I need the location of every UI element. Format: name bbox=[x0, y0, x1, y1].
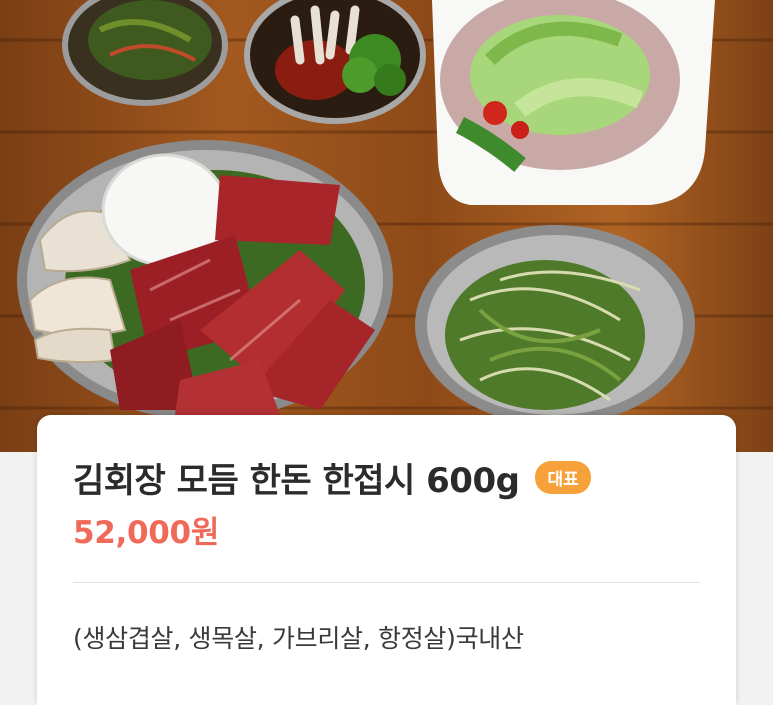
food-illustration bbox=[17, 0, 715, 425]
product-info-card: 김회장 모듬 한돈 한접시 600g 대표 52,000원 (생삼겹살, 생목살… bbox=[37, 415, 736, 705]
product-title: 김회장 모듬 한돈 한접시 600g bbox=[73, 461, 520, 501]
product-photo bbox=[0, 0, 773, 452]
product-description: (생삼겹살, 생목살, 가브리살, 항정살)국내산 bbox=[73, 624, 524, 653]
product-price: 52,000원 bbox=[73, 515, 220, 551]
divider bbox=[73, 582, 700, 583]
title-row: 김회장 모듬 한돈 한접시 600g 대표 bbox=[73, 453, 591, 502]
representative-badge: 대표 bbox=[535, 461, 591, 494]
